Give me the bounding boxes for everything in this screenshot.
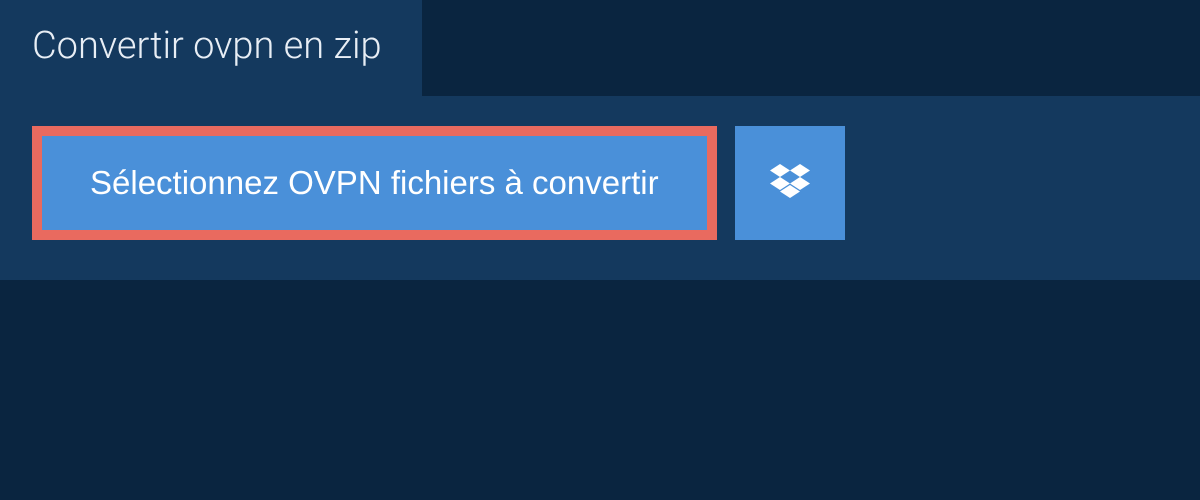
tab-label: Convertir ovpn en zip (32, 24, 382, 68)
select-files-label: Sélectionnez OVPN fichiers à convertir (90, 164, 659, 202)
content-panel: Sélectionnez OVPN fichiers à convertir (0, 96, 1200, 280)
select-files-button[interactable]: Sélectionnez OVPN fichiers à convertir (42, 136, 707, 230)
tab-bar: Convertir ovpn en zip (0, 0, 1200, 96)
dropbox-button[interactable] (735, 126, 845, 240)
button-row: Sélectionnez OVPN fichiers à convertir (32, 126, 1168, 240)
dropbox-icon (770, 164, 810, 203)
select-button-highlight: Sélectionnez OVPN fichiers à convertir (32, 126, 717, 240)
tab-convert[interactable]: Convertir ovpn en zip (0, 0, 422, 96)
